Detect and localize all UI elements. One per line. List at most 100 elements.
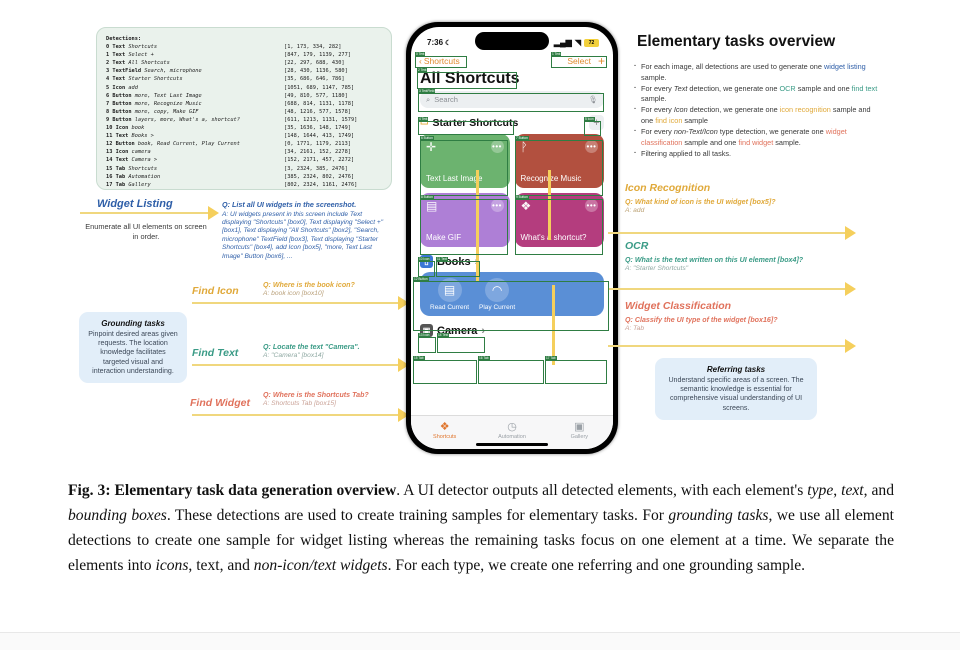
detection-row: 14 Text Camera > [152, 2171, 457, 2272] <box>106 156 382 164</box>
camera-label: Camera <box>437 324 478 337</box>
detection-row-label: 4 Text Starter Shortcuts <box>106 76 183 83</box>
detection-row: 0 Text Shortcuts [1, 173, 334, 282] <box>106 43 382 51</box>
shortcut-card[interactable]: ᚹ ••• Recognize Music <box>514 134 604 188</box>
qa-find-icon: Q: Where is the book icon? A: book icon … <box>263 281 403 297</box>
tab-label: Gallery <box>570 434 589 440</box>
shortcut-card[interactable]: ▤ ••• Make GIF <box>420 193 510 247</box>
camera-section-header[interactable]: ▣ Camera › <box>411 316 613 341</box>
detection-row-box: [1, 173, 334, 282] <box>284 44 342 51</box>
card-more-button[interactable]: ••• <box>490 199 504 212</box>
back-button-label: Shortcuts <box>423 56 460 66</box>
detection-row-box: [148, 1644, 413, 1749] <box>284 133 355 140</box>
qa-widget-listing-answer: A: UI widgets present in this screen inc… <box>222 210 384 260</box>
widget-listing-desc: Enumerate all UI elements on screen in o… <box>85 222 207 241</box>
detection-row: 17 Tab Gallery [802, 2324, 1161, 2476] <box>106 181 382 189</box>
detection-row-label: 11 Text Books > <box>106 133 154 140</box>
status-time: 7:36 <box>427 38 444 47</box>
detection-row-label: 9 Button layers, more, What's a, shortcu… <box>106 116 240 123</box>
folder-add-button[interactable]: + <box>589 115 604 130</box>
read-current-label: Read Current <box>430 304 470 311</box>
grounding-tasks-body: Pinpoint desired areas given requests. T… <box>88 330 178 375</box>
folder-name[interactable]: ▭ Starter Shortcuts <box>420 117 518 129</box>
detection-row-box: [3, 2324, 385, 2476] <box>284 165 348 172</box>
detection-row-label: 17 Tab Gallery <box>106 181 151 188</box>
task-label-widget-classification: Widget Classification <box>625 300 732 312</box>
wifi-icon: ◥ <box>574 38 581 47</box>
books-label: Books <box>437 255 471 268</box>
microphone-icon[interactable]: 🎙 <box>588 95 598 104</box>
connector-vertical-2 <box>548 170 551 240</box>
qa-ocr: Q: What is the text written on this UI e… <box>625 256 850 272</box>
task-label-widget-listing: Widget Listing <box>97 198 173 210</box>
books-section-header[interactable]: ▯ Books › <box>411 247 613 272</box>
qa-find-text: Q: Locate the text "Camera". A: "Camera"… <box>263 343 403 359</box>
detection-row-label: 12 Button book, Read Current, Play Curre… <box>106 141 240 148</box>
chevron-left-icon: ‹ <box>419 56 422 66</box>
figure-caption: Fig. 3: Elementary task data generation … <box>68 478 894 578</box>
overview-title: Elementary tasks overview <box>637 33 836 50</box>
qa-icon-recognition-answer: A: add <box>625 207 645 214</box>
qa-ocr-question: Q: What is the text written on this UI e… <box>625 256 804 264</box>
card-more-button[interactable]: ••• <box>585 140 598 153</box>
tab-label: Automation <box>498 434 526 440</box>
overview-bullet: For every Icon detection, we generate on… <box>634 104 878 126</box>
detection-row-box: [0, 1771, 1179, 2113] <box>284 141 351 148</box>
widget-classification-arrowhead <box>845 339 856 353</box>
icon-recognition-rule <box>608 232 848 234</box>
play-current-button[interactable]: ◠ Play Current <box>479 278 515 311</box>
qa-find-text-answer: A: "Camera" [box14] <box>263 352 324 359</box>
overview-bullet: Filtering applied to all tasks. <box>634 148 878 160</box>
grounding-tasks-heading: Grounding tasks <box>101 319 165 328</box>
detection-row-label: 0 Text Shortcuts <box>106 44 158 51</box>
signal-icon: ▂▄▆ <box>553 38 572 47</box>
card-more-button[interactable]: ••• <box>490 140 504 153</box>
caption-prefix: Fig. 3: Elementary task data generation … <box>68 482 397 499</box>
detection-row-label: 16 Tab Automation <box>106 173 161 180</box>
qa-find-icon-answer: A: book icon [box10] <box>263 290 324 297</box>
book-icon: ▯ <box>420 255 433 268</box>
detections-list: 0 Text Shortcuts [1, 173, 334, 282] 1 Text… <box>106 43 382 189</box>
shortcut-card-label: Recognize Music <box>520 174 582 183</box>
shortcut-card[interactable]: ❖ ••• What's a shortcut? <box>514 193 604 247</box>
detection-row: 16 Tab Automation [385, 2324, 802, 2476] <box>106 173 382 181</box>
widget-listing-arrowhead <box>208 206 219 220</box>
qa-find-widget-question: Q: Where is the Shortcuts Tab? <box>263 391 369 399</box>
ocr-arrowhead <box>845 282 856 296</box>
detections-title: Detections: <box>106 36 142 42</box>
detection-row-box: [48, 1216, 577, 1578] <box>284 108 351 115</box>
detection-row-label: 2 Text All Shortcuts <box>106 60 170 67</box>
automation-icon: ◷ <box>507 421 517 433</box>
qa-widget-listing: Q: List all UI widgets in the screenshot… <box>222 200 390 261</box>
widget-listing-rule <box>80 212 210 214</box>
connector-vertical-3 <box>552 285 555 365</box>
select-button[interactable]: Select <box>567 56 591 66</box>
tab-shortcuts[interactable]: ❖ Shortcuts <box>411 416 478 449</box>
overview-bullet: For every Text detection, we generate on… <box>634 83 878 105</box>
detection-row: 15 Tab Shortcuts [3, 2324, 385, 2476] <box>106 165 382 173</box>
detection-row-box: [1051, 689, 1147, 785] <box>284 84 355 91</box>
tab-gallery[interactable]: ▣ Gallery <box>546 416 613 449</box>
referring-tasks-card: Referring tasks Understand specific area… <box>655 358 817 420</box>
grounding-tasks-card: Grounding tasks Pinpoint desired areas g… <box>79 312 187 384</box>
camera-chevron-icon: › <box>481 324 486 337</box>
detection-row-box: [28, 430, 1136, 580] <box>284 68 348 75</box>
camera-icon: ▣ <box>420 324 433 337</box>
task-label-find-text: Find Text <box>192 347 239 359</box>
detection-box-15: 15 Tab <box>413 356 477 384</box>
card-more-button[interactable]: ••• <box>585 199 598 212</box>
detection-row: 5 Icon add [1051, 689, 1147, 785] <box>106 84 382 92</box>
tab-label: Shortcuts <box>433 434 457 440</box>
nav-row: ‹ Shortcuts Select + <box>411 52 613 68</box>
find-text-rule <box>192 364 404 366</box>
shortcut-card[interactable]: ✛ ••• Text Last Image <box>420 134 510 188</box>
search-input[interactable]: ⌕ Search 🎙 <box>420 91 604 108</box>
detection-row-box: [802, 2324, 1161, 2476] <box>284 181 358 188</box>
add-icon[interactable]: + <box>598 54 605 68</box>
detections-panel: Detections: 0 Text Shortcuts [1, 173, 334… <box>96 27 392 190</box>
read-current-button[interactable]: ▤ Read Current <box>430 278 470 311</box>
detection-row-label: 15 Tab Shortcuts <box>106 165 158 172</box>
detection-row: 6 Button more, Text Last Image [49, 810, … <box>106 92 382 100</box>
detection-row: 3 TextField Search, microphone [28, 430, … <box>106 67 382 75</box>
figure-area: Detections: 0 Text Shortcuts [1, 173, 334… <box>0 0 960 470</box>
back-button[interactable]: ‹ Shortcuts <box>419 56 460 66</box>
